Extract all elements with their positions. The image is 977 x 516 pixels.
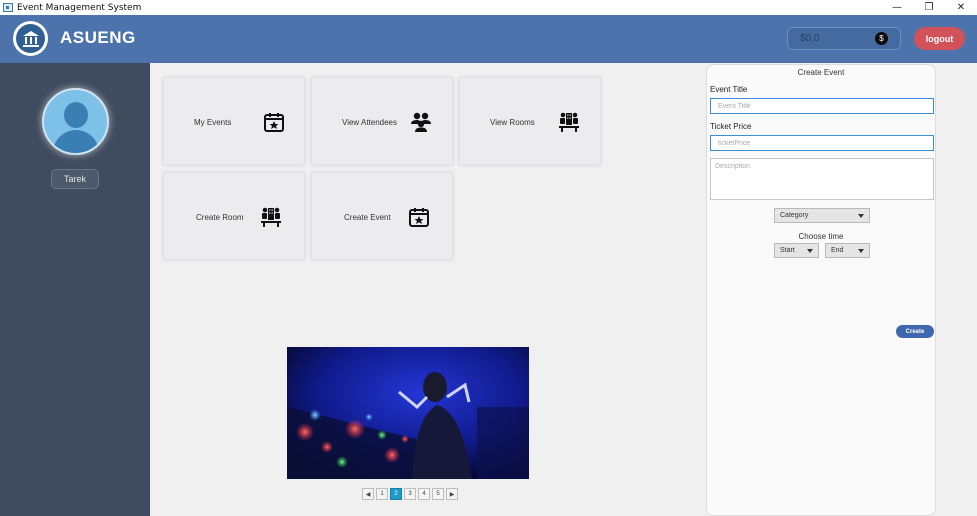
page-button[interactable]: 3 — [404, 488, 416, 500]
window-title: Event Management System — [17, 2, 142, 13]
logo-emblem — [16, 24, 45, 53]
category-select-value: Category — [780, 212, 809, 219]
pagination: ◀ 1 2 3 4 5 ▶ — [362, 488, 458, 500]
logout-button[interactable]: logout — [914, 27, 965, 50]
card-label: Create Room — [196, 213, 244, 222]
panel-title: Create Event — [797, 68, 845, 77]
event-slideshow-image — [287, 347, 529, 479]
balance-amount: $0.0 — [800, 33, 820, 44]
username-button[interactable]: Tarek — [51, 169, 99, 189]
meeting-room-icon — [261, 207, 281, 227]
start-time-value: Start — [780, 247, 795, 254]
minimize-button[interactable]: — — [881, 0, 913, 15]
users-icon — [411, 112, 431, 132]
description-input[interactable] — [710, 158, 934, 200]
close-button[interactable]: ✕ — [945, 0, 977, 15]
ticket-price-input[interactable] — [710, 135, 934, 151]
app-header: ASUENG $0.0 $ logout — [0, 15, 977, 63]
card-create-event[interactable]: Create Event — [311, 172, 453, 260]
end-time-value: End — [831, 247, 844, 254]
end-time-select[interactable]: End — [825, 243, 870, 258]
card-label: My Events — [194, 118, 232, 127]
card-label: View Attendees — [342, 118, 398, 127]
card-label: Create Event — [344, 213, 391, 222]
university-logo — [13, 21, 48, 56]
create-event-button[interactable]: Create — [896, 325, 934, 338]
card-view-rooms[interactable]: View Rooms — [459, 77, 601, 165]
page-button-active[interactable]: 2 — [390, 488, 402, 500]
start-time-select[interactable]: Start — [774, 243, 819, 258]
avatar — [42, 88, 109, 155]
restore-button[interactable]: ❐ — [913, 0, 945, 15]
page-button[interactable]: 1 — [376, 488, 388, 500]
prev-page-button[interactable]: ◀ — [362, 488, 374, 500]
balance-display: $0.0 $ — [787, 27, 901, 50]
chevron-down-icon — [807, 249, 813, 253]
concert-photo — [287, 347, 529, 479]
window-titlebar: Event Management System — ❐ ✕ — [0, 0, 977, 15]
card-create-room[interactable]: Create Room — [163, 172, 305, 260]
sidebar: Tarek — [0, 63, 150, 516]
brand-name: ASUENG — [60, 28, 136, 47]
next-page-button[interactable]: ▶ — [446, 488, 458, 500]
card-label: View Rooms — [490, 118, 535, 127]
page-button[interactable]: 4 — [418, 488, 430, 500]
calendar-star-icon — [264, 113, 284, 132]
ticket-price-label: Ticket Price — [710, 122, 752, 131]
chevron-down-icon — [858, 214, 864, 218]
create-event-panel: Create Event Event Title Ticket Price Ca… — [706, 64, 936, 516]
avatar-body — [53, 130, 99, 153]
card-view-attendees[interactable]: View Attendees — [311, 77, 453, 165]
page-button[interactable]: 5 — [432, 488, 444, 500]
card-my-events[interactable]: My Events — [163, 77, 305, 165]
event-title-input[interactable] — [710, 98, 934, 114]
chevron-down-icon — [858, 249, 864, 253]
building-icon — [22, 30, 39, 47]
avatar-head — [64, 102, 88, 128]
event-title-label: Event Title — [710, 85, 748, 94]
app-icon — [3, 3, 13, 12]
window-controls: — ❐ ✕ — [881, 0, 977, 15]
meeting-room-icon — [559, 112, 579, 132]
choose-time-label: Choose time — [798, 232, 844, 241]
category-select[interactable]: Category — [774, 208, 870, 223]
calendar-star-icon — [409, 208, 429, 227]
dollar-icon: $ — [875, 32, 888, 45]
